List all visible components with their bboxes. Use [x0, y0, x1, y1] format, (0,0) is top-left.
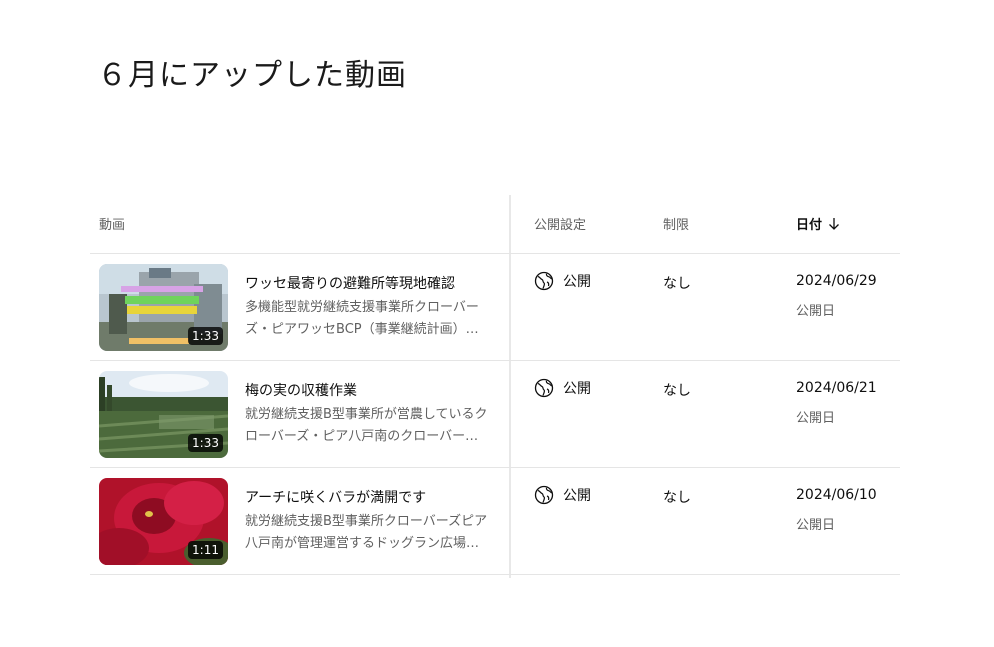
video-title[interactable]: ワッセ最寄りの避難所等現地確認: [245, 273, 455, 293]
video-description: 多機能型就労継続支援事業所クローバー ズ・ピアワッセBCP（事業継続計画）の…: [245, 297, 490, 341]
video-title[interactable]: 梅の実の収穫作業: [245, 380, 357, 400]
globe-icon: [534, 485, 554, 505]
video-description-line2: ローバーズ・ピア八戸南のクローバー農 …: [245, 429, 490, 444]
arrow-down-icon: [829, 217, 839, 230]
video-duration: 1:33: [188, 434, 223, 452]
video-description-line2: ズ・ピアワッセBCP（事業継続計画）の…: [245, 322, 490, 337]
publish-date: 2024/06/10: [796, 487, 877, 503]
video-duration: 1:33: [188, 327, 223, 345]
publish-date: 2024/06/21: [796, 380, 877, 396]
visibility-label: 公開: [563, 381, 591, 397]
table-header: 動画 公開設定 制限 日付: [90, 195, 900, 254]
video-thumbnail[interactable]: 1:33: [99, 371, 228, 458]
restriction-value: なし: [663, 383, 691, 399]
visibility-status[interactable]: 公開: [534, 271, 591, 291]
publish-date-label: 公開日: [796, 411, 836, 426]
publish-date: 2024/06/29: [796, 273, 877, 289]
video-duration: 1:11: [188, 541, 223, 559]
video-thumbnail[interactable]: 1:33: [99, 264, 228, 351]
globe-icon: [534, 378, 554, 398]
visibility-label: 公開: [563, 274, 591, 290]
video-description-line1: 多機能型就労継続支援事業所クローバー: [245, 300, 479, 315]
header-video: 動画: [99, 218, 126, 233]
globe-icon: [534, 271, 554, 291]
video-description: 就労継続支援B型事業所が営農しているク ローバーズ・ピア八戸南のクローバー農 …: [245, 404, 490, 448]
video-description-line1: 就労継続支援B型事業所クローバーズピア: [245, 514, 488, 529]
header-date-label: 日付: [796, 218, 823, 233]
visibility-status[interactable]: 公開: [534, 378, 591, 398]
header-date-sort[interactable]: 日付: [796, 214, 840, 233]
header-visibility[interactable]: 公開設定: [534, 214, 586, 233]
table-row[interactable]: 1:33 ワッセ最寄りの避難所等現地確認 多機能型就労継続支援事業所クローバー …: [90, 254, 900, 361]
visibility-status[interactable]: 公開: [534, 485, 591, 505]
video-thumbnail[interactable]: 1:11: [99, 478, 228, 565]
video-description-line1: 就労継続支援B型事業所が営農しているク: [245, 407, 488, 422]
visibility-label: 公開: [563, 488, 591, 504]
restriction-value: なし: [663, 490, 691, 506]
video-title[interactable]: アーチに咲くバラが満開です: [245, 487, 426, 507]
video-table: 動画 公開設定 制限 日付 1:33 ワッセ最寄りの避難所等現地確認 多機能型就…: [90, 195, 900, 578]
video-description-line2: 八戸南が管理運営するドッグラン広場に…: [245, 536, 490, 551]
table-row[interactable]: 1:33 梅の実の収穫作業 就労継続支援B型事業所が営農しているク ローバーズ・…: [90, 361, 900, 468]
video-description: 就労継続支援B型事業所クローバーズピア 八戸南が管理運営するドッグラン広場に…: [245, 511, 490, 555]
header-restriction[interactable]: 制限: [663, 214, 689, 233]
page-title: ６月にアップした動画: [97, 58, 407, 93]
publish-date-label: 公開日: [796, 518, 836, 533]
publish-date-label: 公開日: [796, 304, 836, 319]
table-row[interactable]: 1:11 アーチに咲くバラが満開です 就労継続支援B型事業所クローバーズピア 八…: [90, 468, 900, 575]
restriction-value: なし: [663, 276, 691, 292]
